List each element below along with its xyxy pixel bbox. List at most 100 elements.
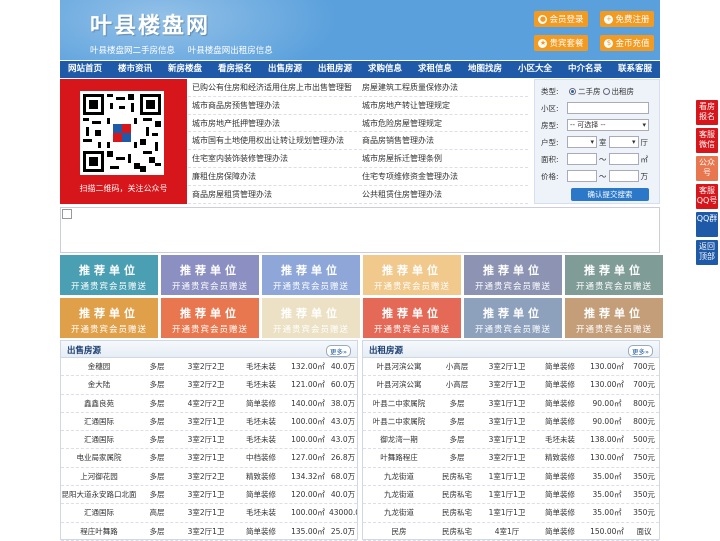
site-logo[interactable]: 叶县楼盘网 [90, 8, 210, 40]
listing-cell[interactable]: 程庄叶舞路 [61, 523, 137, 540]
recommended-unit-ad[interactable]: 推荐单位 开通贵宾会员赠送 [464, 298, 562, 338]
policy-link[interactable]: 已购公有住房和经济适用住房上市出售管理暂 [188, 79, 358, 96]
listing-cell[interactable]: 叶县二中家属院 [363, 395, 435, 412]
listing-row[interactable]: 上河御花园 多层 3室2厅2卫 精致装修 134.32㎡ 68.0万 [61, 468, 357, 487]
listing-cell[interactable]: 御龙湾一期 [363, 431, 435, 448]
policy-link[interactable]: 城市危险房屋管理规定 [358, 115, 528, 132]
policy-link[interactable]: 城市房屋拆迁管理条例 [358, 150, 528, 167]
listing-row[interactable]: 叶县河滨公寓 小高层 3室2厅1卫 简单装修 130.00㎡ 700元 [363, 376, 659, 395]
listing-cell[interactable]: 叶县河滨公寓 [363, 358, 435, 375]
recommended-unit-ad[interactable]: 推荐单位 开通贵宾会员赠送 [262, 255, 360, 295]
listing-row[interactable]: 叶县二中家属院 多层 3室1厅1卫 简单装修 90.00㎡ 800元 [363, 413, 659, 432]
nav-support[interactable]: 联系客服 [610, 61, 660, 78]
recommended-unit-ad[interactable]: 推荐单位 开通贵宾会员赠送 [161, 255, 259, 295]
recommended-unit-ad[interactable]: 推荐单位 开通贵宾会员赠送 [60, 298, 158, 338]
nav-viewing-signup[interactable]: 看房报名 [210, 61, 260, 78]
nav-agencies[interactable]: 中介名录 [560, 61, 610, 78]
policy-link[interactable]: 公共租赁住房管理办法 [358, 186, 528, 203]
price-min-input[interactable] [567, 170, 597, 182]
banner-ad[interactable] [60, 207, 660, 253]
float-button[interactable]: 返回顶部 [696, 240, 718, 265]
policy-link[interactable]: 住宅专项维修资金管理办法 [358, 168, 528, 185]
listing-cell[interactable]: 金穗园 [61, 358, 137, 375]
recommended-unit-ad[interactable]: 推荐单位 开通贵宾会员赠送 [262, 298, 360, 338]
login-button[interactable]: ● 会员登录 [534, 11, 588, 27]
listing-cell[interactable]: 民房 [363, 523, 435, 540]
listing-row[interactable]: 金大陆 多层 3室2厅2卫 毛坯未装 121.00㎡ 60.0万 [61, 376, 357, 395]
listing-cell[interactable]: 金大陆 [61, 376, 137, 393]
area-min-input[interactable] [567, 153, 597, 165]
register-button[interactable]: + 免费注册 [600, 11, 654, 27]
listing-row[interactable]: 九龙街道 民房私宅 1室1厅1卫 简单装修 35.00㎡ 350元 [363, 468, 659, 487]
nav-want-rent[interactable]: 求租信息 [410, 61, 460, 78]
coin-recharge-button[interactable]: $ 金币充值 [600, 35, 654, 51]
policy-link[interactable]: 住宅室内装饰装修管理办法 [188, 150, 358, 167]
listing-cell[interactable]: 上河御花园 [61, 468, 137, 485]
nav-home[interactable]: 网站首页 [60, 61, 110, 78]
policy-link[interactable]: 房屋建筑工程质量保修办法 [358, 79, 528, 96]
vip-package-button[interactable]: ★ 贵宾套餐 [534, 35, 588, 51]
listing-cell[interactable]: 昆阳大道永安路口北面 [61, 486, 137, 503]
listing-cell[interactable]: 汇通国际 [61, 504, 137, 521]
recommended-unit-ad[interactable]: 推荐单位 开通贵宾会员赠送 [363, 298, 461, 338]
policy-link[interactable]: 城市国有土地使用权出让转让规划管理办法 [188, 132, 358, 149]
listing-row[interactable]: 汇通国际 高层 3室2厅1卫 毛坯未装 100.00㎡ 43000.0万 [61, 504, 357, 523]
listing-cell[interactable]: 九龙街道 [363, 504, 435, 521]
listing-row[interactable]: 汇通国际 多层 3室2厅1卫 毛坯未装 100.00㎡ 43.0万 [61, 431, 357, 450]
listing-row[interactable]: 程庄叶舞路 多层 3室2厅1卫 简单装修 135.00㎡ 25.0万 [61, 523, 357, 541]
sale-more-link[interactable]: 更多» [326, 345, 351, 357]
policy-link[interactable]: 廉租住房保障办法 [188, 168, 358, 185]
recommended-unit-ad[interactable]: 推荐单位 开通贵宾会员赠送 [60, 255, 158, 295]
listing-row[interactable]: 叶县河滨公寓 小高层 3室2厅1卫 简单装修 130.00㎡ 700元 [363, 358, 659, 377]
float-button[interactable]: QQ群 [696, 212, 718, 237]
listing-row[interactable]: 昆阳大道永安路口北面 多层 3室2厅1卫 简单装修 120.00㎡ 40.0万 [61, 486, 357, 505]
float-button[interactable]: 客服QQ号 [696, 184, 718, 209]
nav-map-search[interactable]: 地图找房 [460, 61, 510, 78]
listing-cell[interactable]: 叶县河滨公寓 [363, 376, 435, 393]
price-max-input[interactable] [608, 170, 639, 182]
room-select[interactable] [567, 136, 597, 148]
nav-new-homes[interactable]: 新房楼盘 [160, 61, 210, 78]
policy-link[interactable]: 商品房销售管理办法 [358, 132, 528, 149]
listing-row[interactable]: 鑫鑫良苑 多层 4室2厅2卫 简单装修 140.00㎡ 38.0万 [61, 395, 357, 413]
radio-secondhand[interactable] [569, 87, 576, 95]
recommended-unit-ad[interactable]: 推荐单位 开通贵宾会员赠送 [161, 298, 259, 338]
house-type-select[interactable]: -- 可选择 -- [567, 119, 649, 131]
policy-link[interactable]: 城市房地产抵押管理办法 [188, 115, 358, 132]
listing-row[interactable]: 九龙街道 民房私宅 1室1厅1卫 简单装修 35.00㎡ 350元 [363, 504, 659, 523]
nav-sale[interactable]: 出售房源 [260, 61, 310, 78]
policy-link[interactable]: 城市房地产转让管理规定 [358, 97, 528, 114]
policy-link[interactable]: 商品房屋租赁管理办法 [188, 186, 358, 203]
listing-row[interactable]: 叶县二中家属院 多层 3室1厅1卫 简单装修 90.00㎡ 800元 [363, 395, 659, 413]
listing-row[interactable]: 九龙街道 民房私宅 1室1厅1卫 简单装修 35.00㎡ 350元 [363, 486, 659, 505]
recommended-unit-ad[interactable]: 推荐单位 开通贵宾会员赠送 [464, 255, 562, 295]
listing-row[interactable]: 金穗园 多层 3室2厅2卫 毛坯未装 132.00㎡ 40.0万 [61, 358, 357, 377]
float-button[interactable]: 公众号 [696, 156, 718, 181]
listing-cell[interactable]: 电业局家属院 [61, 449, 137, 466]
nav-want-buy[interactable]: 求购信息 [360, 61, 410, 78]
radio-rental[interactable] [602, 87, 610, 95]
recommended-unit-ad[interactable]: 推荐单位 开通贵宾会员赠送 [565, 298, 663, 338]
listing-cell[interactable]: 汇通国际 [61, 431, 137, 448]
recommended-unit-ad[interactable]: 推荐单位 开通贵宾会员赠送 [363, 255, 461, 295]
nav-rent[interactable]: 出租房源 [310, 61, 360, 78]
hall-select[interactable] [608, 136, 639, 148]
float-button[interactable]: 客服微信 [696, 128, 718, 153]
nav-communities[interactable]: 小区大全 [510, 61, 560, 78]
listing-cell[interactable]: 叶县二中家属院 [363, 413, 435, 430]
listing-cell[interactable]: 鑫鑫良苑 [61, 395, 137, 412]
recommended-unit-ad[interactable]: 推荐单位 开通贵宾会员赠送 [565, 255, 663, 295]
search-submit-button[interactable]: 确认提交搜索 [571, 188, 649, 201]
listing-cell[interactable]: 九龙街道 [363, 486, 435, 503]
listing-row[interactable]: 电业局家属院 多层 3室2厅1卫 中档装修 127.00㎡ 26.8万 [61, 449, 357, 468]
area-max-input[interactable] [608, 153, 639, 165]
listing-row[interactable]: 民房 民房私宅 4室1厅 简单装修 150.00㎡ 面议 [363, 523, 659, 541]
listing-cell[interactable]: 叶舞路程庄 [363, 449, 435, 466]
listing-row[interactable]: 汇通国际 多层 3室2厅1卫 毛坯未装 100.00㎡ 43.0万 [61, 413, 357, 432]
listing-row[interactable]: 御龙湾一期 多层 3室1厅1卫 毛坯未装 138.00㎡ 500元 [363, 431, 659, 450]
listing-row[interactable]: 叶舞路程庄 多层 3室2厅1卫 精致装修 130.00㎡ 750元 [363, 449, 659, 468]
community-input[interactable] [567, 102, 649, 114]
policy-link[interactable]: 城市商品房预售管理办法 [188, 97, 358, 114]
rent-more-link[interactable]: 更多» [628, 345, 653, 357]
nav-news[interactable]: 楼市资讯 [110, 61, 160, 78]
